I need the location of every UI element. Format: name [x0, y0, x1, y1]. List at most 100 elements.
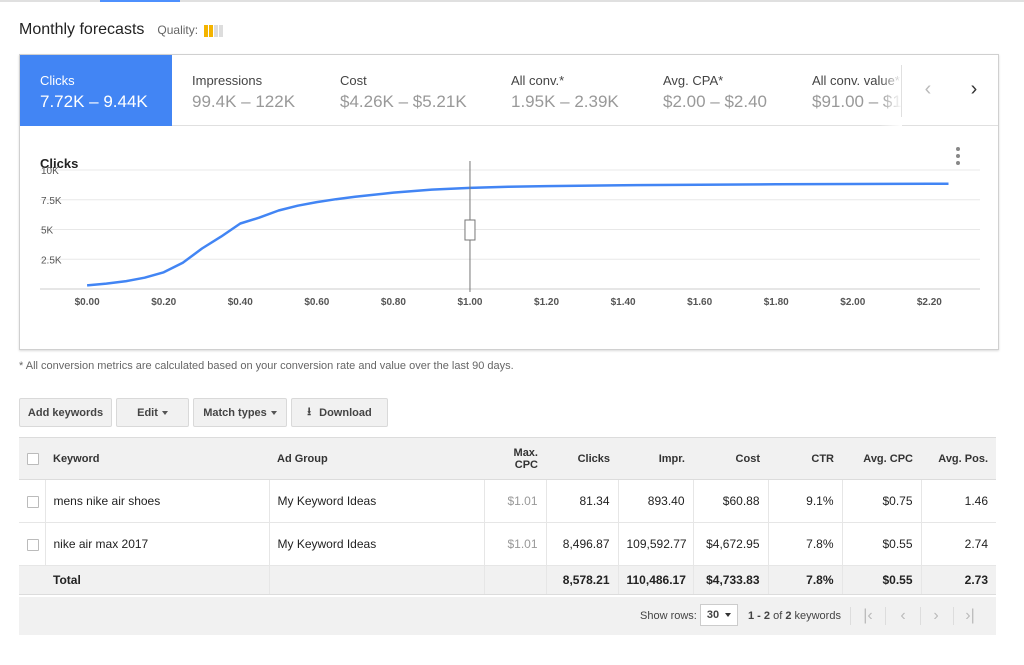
avg-cpc-cell: $0.75: [841, 479, 921, 523]
active-tab-indicator: [100, 0, 180, 2]
x-tick-label: $2.00: [840, 297, 865, 308]
metric-value: 99.4K – 122K: [192, 92, 296, 111]
col-avg-cpc[interactable]: Avg. CPC: [842, 437, 921, 480]
avg-cpc-cell: $0.55: [841, 522, 921, 566]
match-types-label: Match types: [203, 406, 267, 419]
total-select-cell: [19, 565, 45, 595]
download-label: Download: [319, 406, 372, 419]
metric-tab-clicks[interactable]: Clicks 7.72K – 9.44K: [20, 55, 172, 126]
table-row: nike air max 2017 My Keyword Ideas $1.01…: [19, 522, 996, 566]
metric-label: Avg. CPA*: [663, 73, 724, 88]
max-cpc-cell[interactable]: $1.01: [483, 522, 546, 566]
col-keyword[interactable]: Keyword: [45, 437, 269, 480]
cost-cell: $4,672.95: [692, 522, 768, 566]
chevron-right-icon[interactable]: ›: [962, 77, 986, 103]
metric-label: Cost: [340, 73, 367, 88]
max-cpc-cell[interactable]: $1.01: [483, 479, 546, 523]
col-ctr[interactable]: CTR: [768, 437, 842, 480]
col-clicks[interactable]: Clicks: [546, 437, 618, 480]
total-ad-group-cell: [268, 565, 484, 595]
y-tick-label: 5K: [41, 226, 54, 237]
x-tick-label: $2.20: [917, 297, 942, 308]
edit-button[interactable]: Edit: [116, 398, 189, 427]
caret-down-icon: [725, 613, 732, 617]
rows-per-page-value: 30: [706, 609, 720, 621]
match-types-button[interactable]: Match types: [193, 398, 287, 427]
conversion-footnote: * All conversion metrics are calculated …: [19, 360, 514, 372]
metric-value: $2.00 – $2.40: [663, 92, 767, 111]
metric-tab-impressions[interactable]: Impressions 99.4K – 122K: [172, 55, 320, 126]
col-ad-group[interactable]: Ad Group: [269, 437, 484, 480]
caret-down-icon: [161, 410, 168, 415]
add-keywords-label: Add keywords: [27, 406, 104, 419]
prev-page-icon[interactable]: ‹: [890, 606, 916, 626]
pager-divider: [953, 607, 954, 625]
clicks-cell: 8,496.87: [545, 522, 618, 566]
row-select-cell: [19, 522, 45, 566]
keyword-cell[interactable]: nike air max 2017: [44, 522, 269, 566]
last-page-icon[interactable]: ›|: [957, 606, 983, 626]
select-all-checkbox[interactable]: [27, 452, 39, 465]
metric-tab-all-conv[interactable]: All conv.* 1.95K – 2.39K: [491, 55, 643, 126]
col-cost[interactable]: Cost: [693, 437, 768, 480]
chevron-left-icon[interactable]: ‹: [916, 77, 940, 103]
y-tick-label: 2.5K: [41, 255, 62, 266]
ad-group-cell[interactable]: My Keyword Ideas: [268, 479, 484, 523]
next-page-icon[interactable]: ›: [923, 606, 949, 626]
range-prefix: 1 - 2: [748, 610, 771, 622]
x-tick-label: $1.60: [687, 297, 712, 308]
ad-group-cell[interactable]: My Keyword Ideas: [268, 522, 484, 566]
total-label: Total: [45, 565, 269, 595]
download-button[interactable]: ⭳ Download: [291, 398, 388, 427]
quality-label: Quality:: [157, 23, 199, 37]
total-row: Total 8,578.21 110,486.17 $4,733.83 7.8%…: [19, 565, 996, 595]
col-max-cpc[interactable]: Max. CPC: [484, 437, 546, 480]
rows-per-page-select[interactable]: 30: [700, 604, 738, 626]
metric-tab-cost[interactable]: Cost $4.26K – $5.21K: [320, 55, 491, 126]
col-impr[interactable]: Impr.: [618, 437, 693, 480]
row-checkbox[interactable]: [27, 495, 39, 508]
x-tick-label: $1.80: [764, 297, 789, 308]
metric-label: All conv.*: [511, 73, 565, 88]
clicks-series-line: [86, 182, 949, 287]
total-avg-pos-cell: 2.73: [920, 565, 996, 595]
quality-bar: [214, 25, 219, 37]
pager-divider: [920, 607, 921, 625]
metric-value: 1.95K – 2.39K: [511, 92, 619, 111]
x-tick-label: $0.00: [75, 297, 100, 308]
quality-bar: [204, 25, 209, 37]
metric-overflow-fade: [880, 55, 902, 126]
table-header-row: Keyword Ad Group Max. CPC Clicks Impr. C…: [19, 437, 996, 480]
total-cost-cell: $4,733.83: [692, 565, 768, 595]
x-tick-label: $0.40: [228, 297, 253, 308]
range-suffix: keywords: [791, 610, 841, 622]
keyword-cell[interactable]: mens nike air shoes: [44, 479, 269, 523]
clicks-forecast-chart[interactable]: 2.5K 5K 7.5K 10K $0.00 $0.20 $0.40 $0.60 $0.80 $1…: [20, 126, 998, 326]
impr-cell: 109,592.77: [617, 522, 693, 566]
pager-divider: [850, 607, 851, 625]
first-page-icon[interactable]: |‹: [855, 606, 881, 626]
ctr-cell: 9.1%: [767, 479, 842, 523]
metric-tab-avg-cpa[interactable]: Avg. CPA* $2.00 – $2.40: [643, 55, 792, 126]
total-avg-cpc-cell: $0.55: [841, 565, 921, 595]
quality-indicator: Quality:: [157, 23, 224, 37]
add-keywords-button[interactable]: Add keywords: [19, 398, 112, 427]
row-checkbox[interactable]: [27, 538, 39, 551]
quality-bar: [209, 25, 214, 37]
top-tab-strip: [0, 0, 1024, 2]
ctr-cell: 7.8%: [767, 522, 842, 566]
x-tick-label: $0.60: [304, 297, 329, 308]
x-tick-label: $1.40: [611, 297, 636, 308]
bid-marker-handle: [464, 219, 476, 241]
col-avg-pos[interactable]: Avg. Pos.: [921, 437, 996, 480]
x-tick-label: $0.80: [381, 297, 406, 308]
metric-value: 7.72K – 9.44K: [40, 92, 148, 111]
table-pager: Show rows: 30 1 - 2 of 2 keywords |‹ ‹ ›…: [19, 597, 996, 635]
total-impr-cell: 110,486.17: [617, 565, 693, 595]
forecast-header: Monthly forecasts Quality:: [19, 21, 224, 39]
keyword-table: Keyword Ad Group Max. CPC Clicks Impr. C…: [19, 437, 996, 595]
total-clicks-cell: 8,578.21: [545, 565, 618, 595]
keyword-toolbar: Add keywords Edit Match types ⭳ Download: [19, 398, 392, 427]
metric-label: Impressions: [192, 73, 263, 88]
table-row: mens nike air shoes My Keyword Ideas $1.…: [19, 479, 996, 523]
